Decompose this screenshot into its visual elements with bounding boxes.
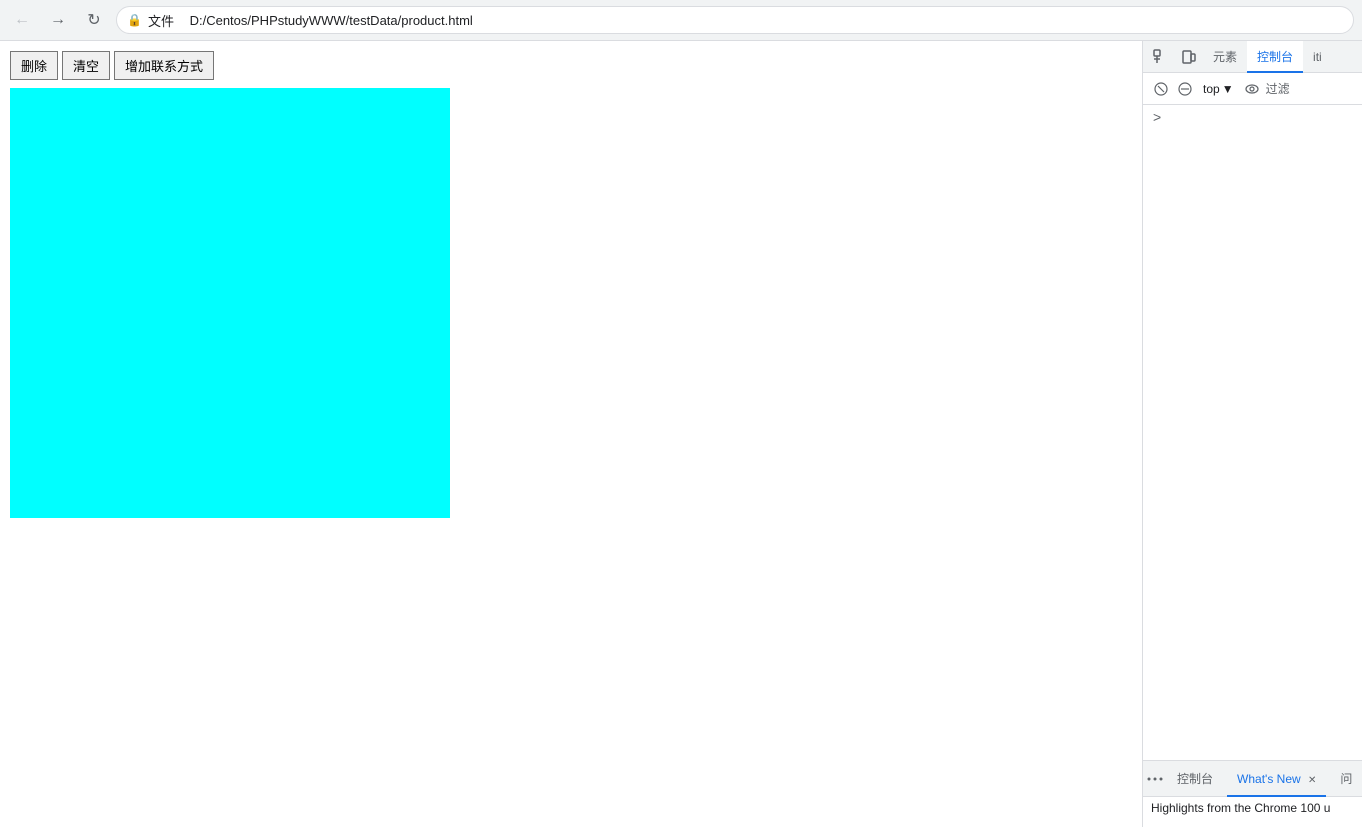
add-contact-button[interactable]: 增加联系方式 bbox=[114, 51, 214, 80]
tab-console-bottom[interactable]: 控制台 bbox=[1167, 761, 1223, 797]
device-toggle-icon[interactable] bbox=[1175, 43, 1203, 71]
devtools-content-area[interactable]: > bbox=[1143, 105, 1362, 760]
forward-button[interactable]: → bbox=[44, 6, 72, 34]
tab-iti[interactable]: iti bbox=[1303, 41, 1332, 73]
delete-button[interactable]: 删除 bbox=[10, 51, 58, 80]
main-layout: 删除 清空 增加联系方式 元素 控制台 iti bbox=[0, 41, 1362, 827]
filter-label: 过滤 bbox=[1266, 80, 1290, 97]
block-icon[interactable] bbox=[1175, 79, 1195, 99]
eye-icon[interactable] bbox=[1242, 79, 1262, 99]
devtools-secondary-toolbar: top ▼ 过滤 bbox=[1143, 73, 1362, 105]
inspect-element-icon[interactable] bbox=[1147, 43, 1175, 71]
tab-questions[interactable]: 问 bbox=[1330, 761, 1362, 797]
context-selector[interactable]: top ▼ bbox=[1199, 80, 1238, 98]
devtools-bottom-drawer: 控制台 What's New ✕ 问 Highlights from the C… bbox=[1143, 760, 1362, 827]
clear-button[interactable]: 清空 bbox=[62, 51, 110, 80]
console-prompt-icon[interactable]: > bbox=[1151, 107, 1163, 127]
whats-new-label: What's New bbox=[1237, 772, 1301, 786]
whats-new-text: Highlights from the Chrome 100 u bbox=[1151, 801, 1330, 815]
page-content: 删除 清空 增加联系方式 bbox=[0, 41, 1142, 827]
clear-console-icon[interactable] bbox=[1151, 79, 1171, 99]
url-text: 文件 bbox=[148, 11, 174, 30]
browser-nav-bar: ← → ↻ 🔒 文件 D:/Centos/PHPstudyWWW/testDat… bbox=[0, 0, 1362, 40]
url-path: D:/Centos/PHPstudyWWW/testData/product.h… bbox=[190, 13, 473, 28]
context-label: top bbox=[1203, 82, 1220, 96]
bottom-tabs-bar: 控制台 What's New ✕ 问 bbox=[1143, 761, 1362, 797]
tab-whats-new[interactable]: What's New ✕ bbox=[1227, 761, 1326, 797]
chevron-down-icon: ▼ bbox=[1222, 82, 1234, 96]
address-bar[interactable]: 🔒 文件 D:/Centos/PHPstudyWWW/testData/prod… bbox=[116, 6, 1354, 34]
whats-new-close-icon[interactable]: ✕ bbox=[1308, 775, 1316, 786]
cyan-box bbox=[10, 88, 450, 518]
bottom-menu-icon[interactable] bbox=[1147, 767, 1163, 791]
devtools-main-tabs: 元素 控制台 iti bbox=[1143, 41, 1362, 73]
tab-elements[interactable]: 元素 bbox=[1203, 41, 1247, 73]
devtools-panel: 元素 控制台 iti top ▼ 过滤 > bbox=[1142, 41, 1362, 827]
url-separator bbox=[180, 13, 184, 28]
bottom-content-area: Highlights from the Chrome 100 u bbox=[1143, 797, 1362, 827]
refresh-button[interactable]: ↻ bbox=[80, 6, 108, 34]
back-button[interactable]: ← bbox=[8, 6, 36, 34]
page-buttons: 删除 清空 增加联系方式 bbox=[10, 51, 1132, 80]
tab-console[interactable]: 控制台 bbox=[1247, 41, 1303, 73]
lock-icon: 🔒 bbox=[127, 13, 142, 27]
